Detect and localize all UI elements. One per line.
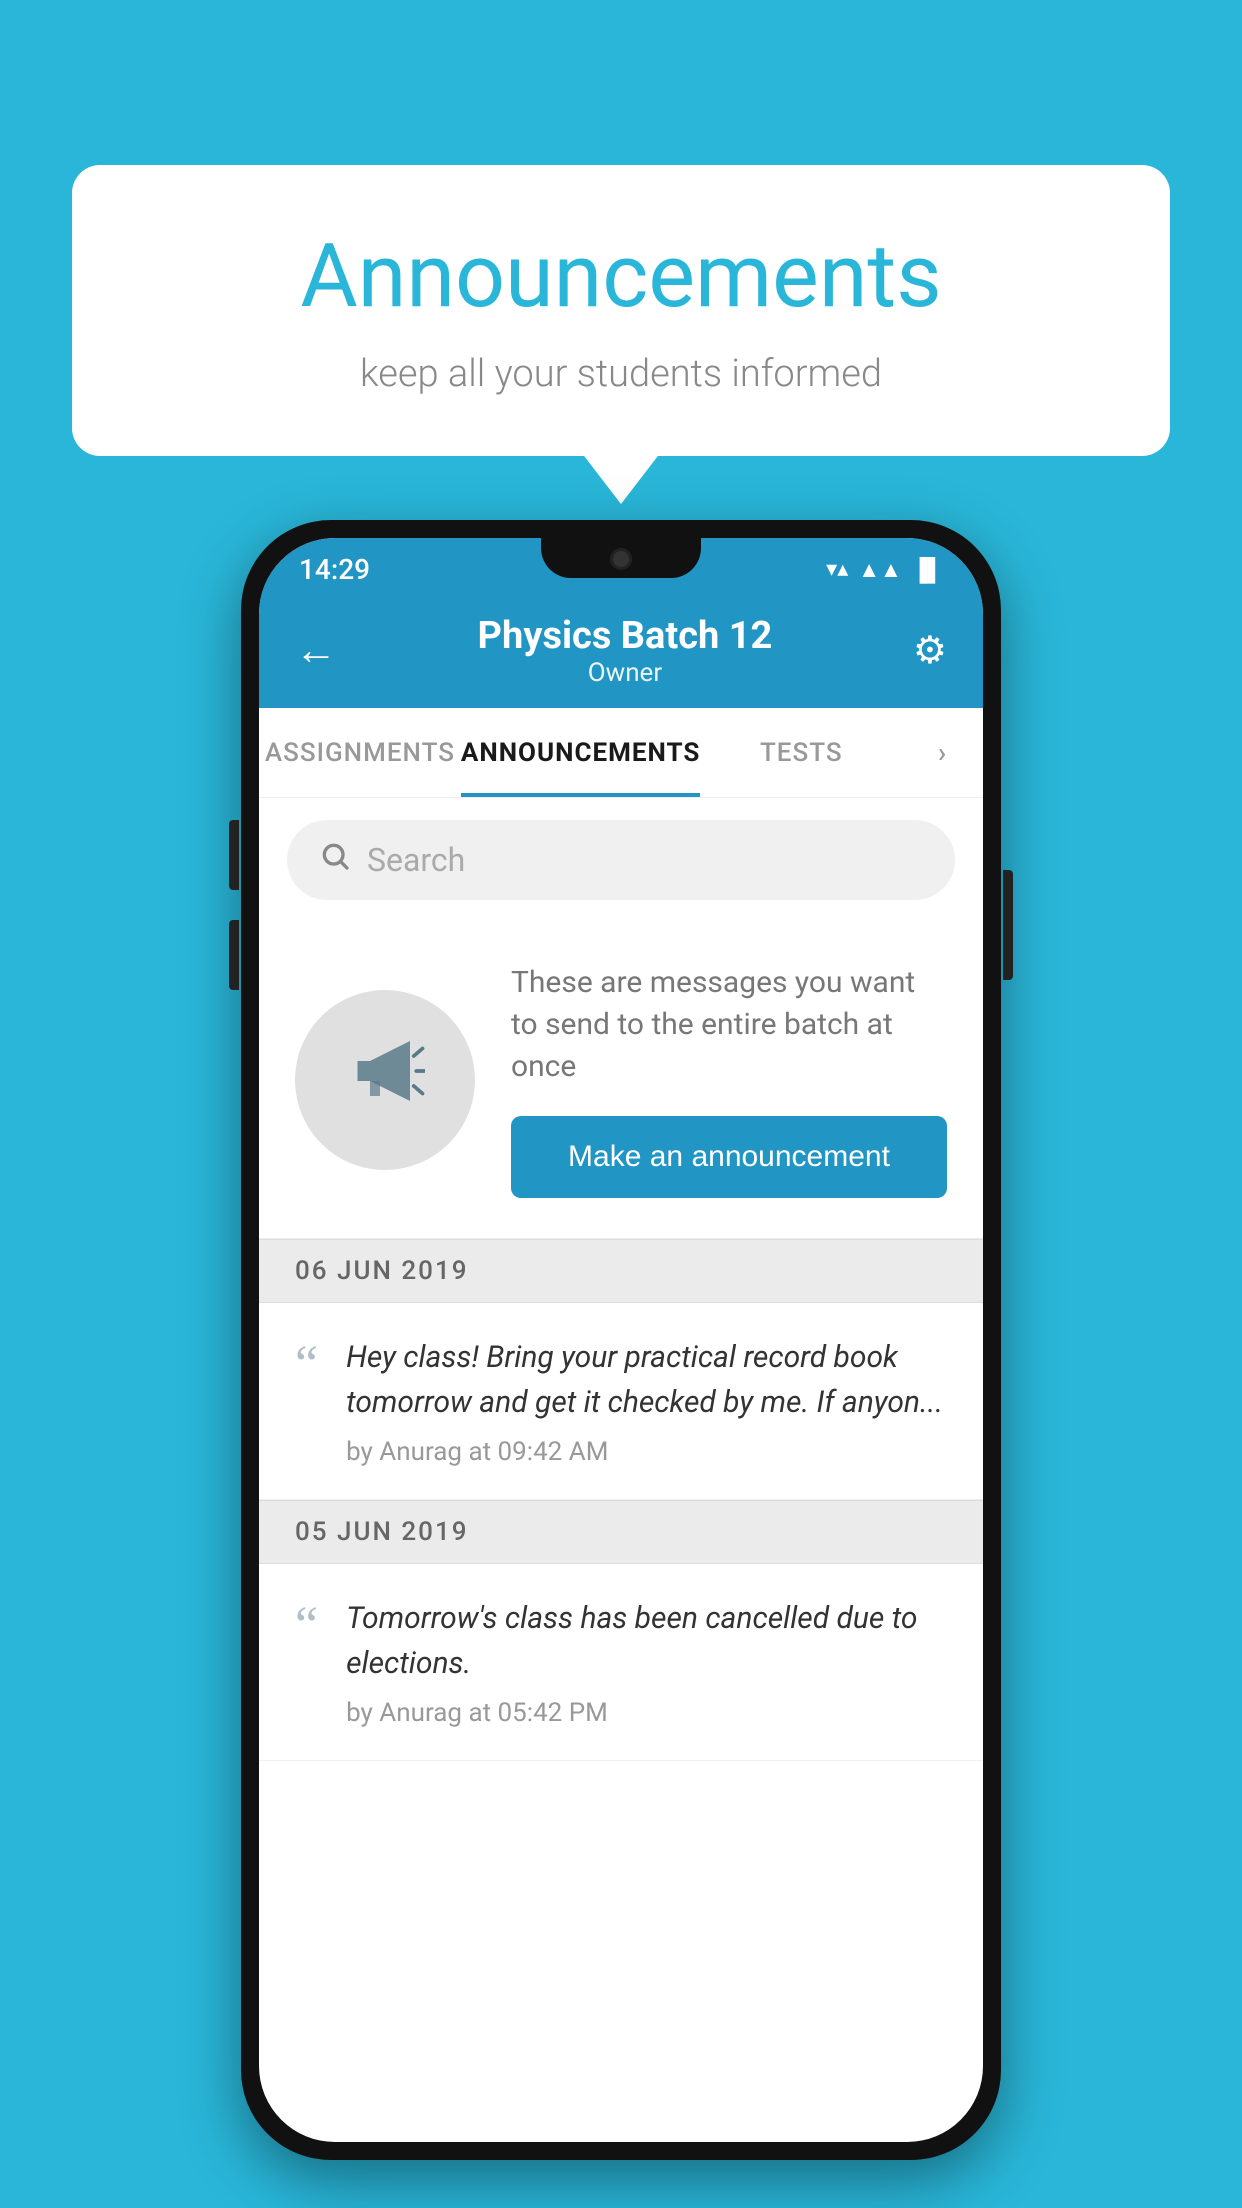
search-bar: Search [259, 798, 983, 922]
app-bar-title: Physics Batch 12 [478, 614, 773, 658]
back-button[interactable]: ← [295, 626, 337, 675]
search-placeholder: Search [367, 841, 465, 879]
status-time: 14:29 [299, 553, 370, 586]
app-bar: ← Physics Batch 12 Owner ⚙ [259, 593, 983, 708]
search-icon [319, 840, 351, 880]
promo-right: These are messages you want to send to t… [511, 962, 947, 1198]
date-separator-1: 06 JUN 2019 [259, 1239, 983, 1303]
phone-mockup: 14:29 ▾▴ ▲▲ ▐▌ ← Physics Batch 12 Owner … [241, 520, 1001, 2160]
phone-notch [541, 538, 701, 578]
quote-icon-1: “ [295, 1339, 318, 1391]
announcement-meta-1: by Anurag at 09:42 AM [346, 1437, 947, 1467]
speech-bubble-container: Announcements keep all your students inf… [72, 165, 1170, 456]
make-announcement-button[interactable]: Make an announcement [511, 1116, 947, 1198]
volume-up-button[interactable] [229, 820, 239, 890]
speech-bubble: Announcements keep all your students inf… [72, 165, 1170, 456]
app-bar-subtitle: Owner [478, 658, 773, 688]
announcement-text-1: Hey class! Bring your practical record b… [346, 1335, 947, 1425]
app-bar-center: Physics Batch 12 Owner [478, 614, 773, 688]
tab-tests[interactable]: TESTS [700, 708, 902, 797]
tab-assignments[interactable]: ASSIGNMENTS [259, 708, 461, 797]
promo-card: These are messages you want to send to t… [259, 922, 983, 1239]
date-separator-2: 05 JUN 2019 [259, 1500, 983, 1564]
announcement-text-2: Tomorrow's class has been cancelled due … [346, 1596, 947, 1686]
promo-description: These are messages you want to send to t… [511, 962, 947, 1088]
speech-bubble-subtitle: keep all your students informed [152, 352, 1090, 396]
phone-outer: 14:29 ▾▴ ▲▲ ▐▌ ← Physics Batch 12 Owner … [241, 520, 1001, 2160]
announcement-item-1[interactable]: “ Hey class! Bring your practical record… [259, 1303, 983, 1500]
settings-button[interactable]: ⚙ [913, 628, 947, 673]
tab-bar: ASSIGNMENTS ANNOUNCEMENTS TESTS › [259, 708, 983, 798]
quote-icon-2: “ [295, 1600, 318, 1652]
status-icons: ▾▴ ▲▲ ▐▌ [826, 557, 943, 583]
volume-down-button[interactable] [229, 920, 239, 990]
promo-avatar [295, 990, 475, 1170]
front-camera [610, 548, 632, 570]
announcement-content-2: Tomorrow's class has been cancelled due … [346, 1596, 947, 1728]
tab-more[interactable]: › [902, 708, 983, 797]
announcement-item-2[interactable]: “ Tomorrow's class has been cancelled du… [259, 1564, 983, 1761]
announcement-meta-2: by Anurag at 05:42 PM [346, 1698, 947, 1728]
announcement-content-1: Hey class! Bring your practical record b… [346, 1335, 947, 1467]
signal-icon: ▲▲ [858, 557, 902, 583]
megaphone-icon [345, 1031, 425, 1129]
tab-announcements[interactable]: ANNOUNCEMENTS [461, 708, 700, 797]
wifi-icon: ▾▴ [826, 557, 848, 582]
speech-bubble-title: Announcements [152, 225, 1090, 328]
search-input-wrapper[interactable]: Search [287, 820, 955, 900]
content-area: Search [259, 798, 983, 1761]
phone-screen: 14:29 ▾▴ ▲▲ ▐▌ ← Physics Batch 12 Owner … [259, 538, 983, 2142]
power-button[interactable] [1003, 870, 1013, 980]
battery-icon: ▐▌ [912, 557, 943, 583]
